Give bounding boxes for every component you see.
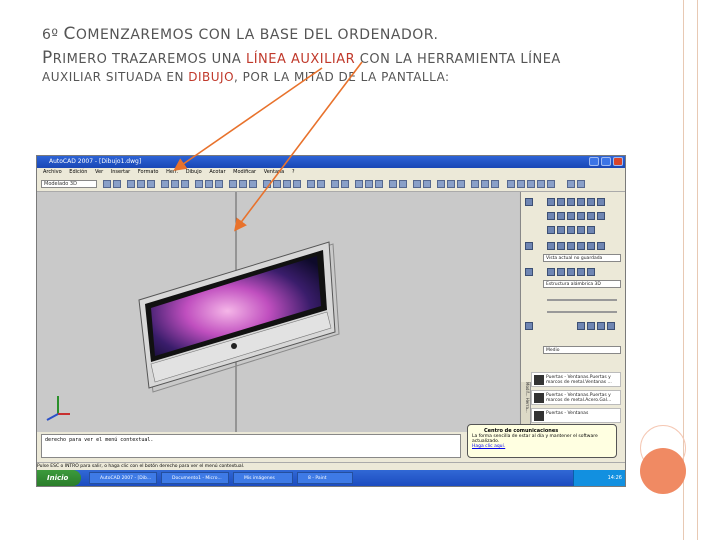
arrow-to-auxiliary-line — [234, 61, 363, 232]
annotation-arrows — [173, 61, 363, 232]
arrow-to-dibujo-menu — [173, 67, 323, 171]
